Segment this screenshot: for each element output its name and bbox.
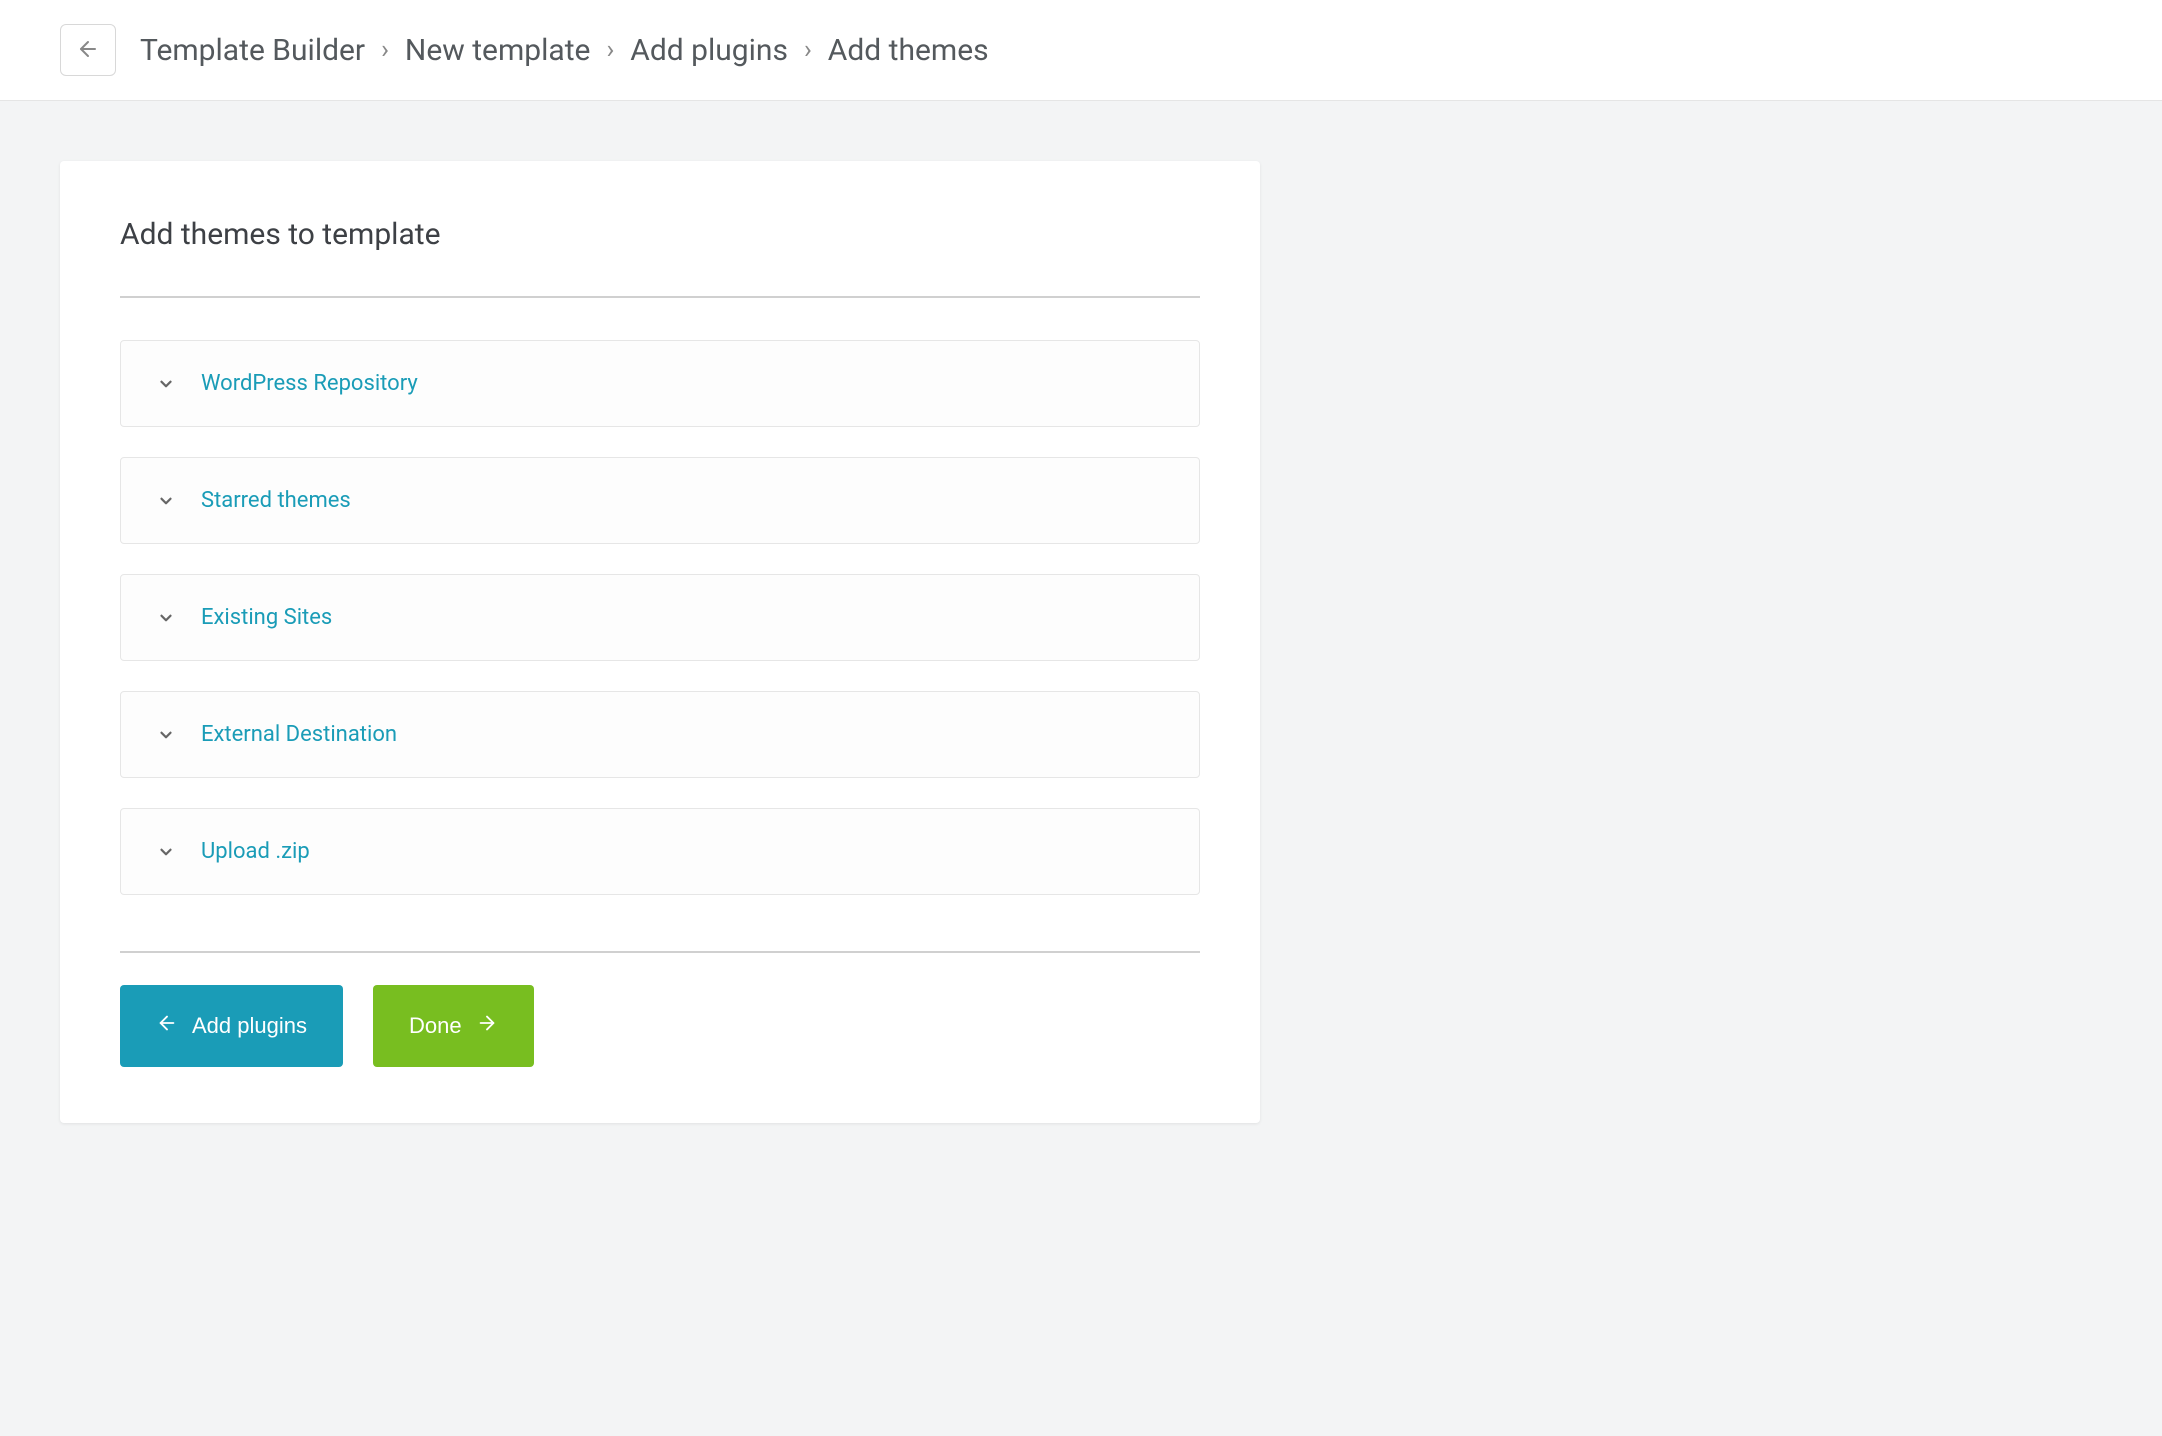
accordion-label: Existing Sites: [201, 605, 332, 630]
accordion-starred-themes[interactable]: Starred themes: [120, 457, 1200, 544]
accordion-list: WordPress Repository Starred themes Exis…: [120, 340, 1200, 895]
content-area: Add themes to template WordPress Reposit…: [0, 101, 2162, 1183]
chevron-right-icon: ›: [804, 35, 812, 65]
done-button[interactable]: Done: [373, 985, 534, 1067]
breadcrumb: Template Builder › New template › Add pl…: [140, 33, 989, 68]
accordion-label: Upload .zip: [201, 839, 310, 864]
arrow-left-icon: [76, 37, 100, 64]
chevron-down-icon: [157, 843, 175, 861]
breadcrumb-item-new-template[interactable]: New template: [405, 33, 591, 68]
accordion-existing-sites[interactable]: Existing Sites: [120, 574, 1200, 661]
chevron-right-icon: ›: [606, 35, 614, 65]
button-label: Done: [409, 1013, 462, 1039]
arrow-right-icon: [476, 1012, 498, 1040]
breadcrumb-item-add-plugins[interactable]: Add plugins: [630, 33, 788, 68]
chevron-down-icon: [157, 609, 175, 627]
breadcrumb-item-template-builder[interactable]: Template Builder: [140, 33, 365, 68]
accordion-wordpress-repository[interactable]: WordPress Repository: [120, 340, 1200, 427]
button-label: Add plugins: [192, 1013, 307, 1039]
accordion-upload-zip[interactable]: Upload .zip: [120, 808, 1200, 895]
add-plugins-button[interactable]: Add plugins: [120, 985, 343, 1067]
divider: [120, 296, 1200, 298]
chevron-down-icon: [157, 375, 175, 393]
page-title: Add themes to template: [120, 217, 1200, 252]
chevron-right-icon: ›: [381, 35, 389, 65]
accordion-label: Starred themes: [201, 488, 351, 513]
divider: [120, 951, 1200, 953]
chevron-down-icon: [157, 492, 175, 510]
breadcrumb-item-add-themes[interactable]: Add themes: [828, 33, 989, 68]
back-button[interactable]: [60, 24, 116, 76]
arrow-left-icon: [156, 1012, 178, 1040]
card-panel: Add themes to template WordPress Reposit…: [60, 161, 1260, 1123]
accordion-external-destination[interactable]: External Destination: [120, 691, 1200, 778]
header-bar: Template Builder › New template › Add pl…: [0, 0, 2162, 101]
chevron-down-icon: [157, 726, 175, 744]
accordion-label: External Destination: [201, 722, 397, 747]
accordion-label: WordPress Repository: [201, 371, 418, 396]
button-row: Add plugins Done: [120, 985, 1200, 1067]
